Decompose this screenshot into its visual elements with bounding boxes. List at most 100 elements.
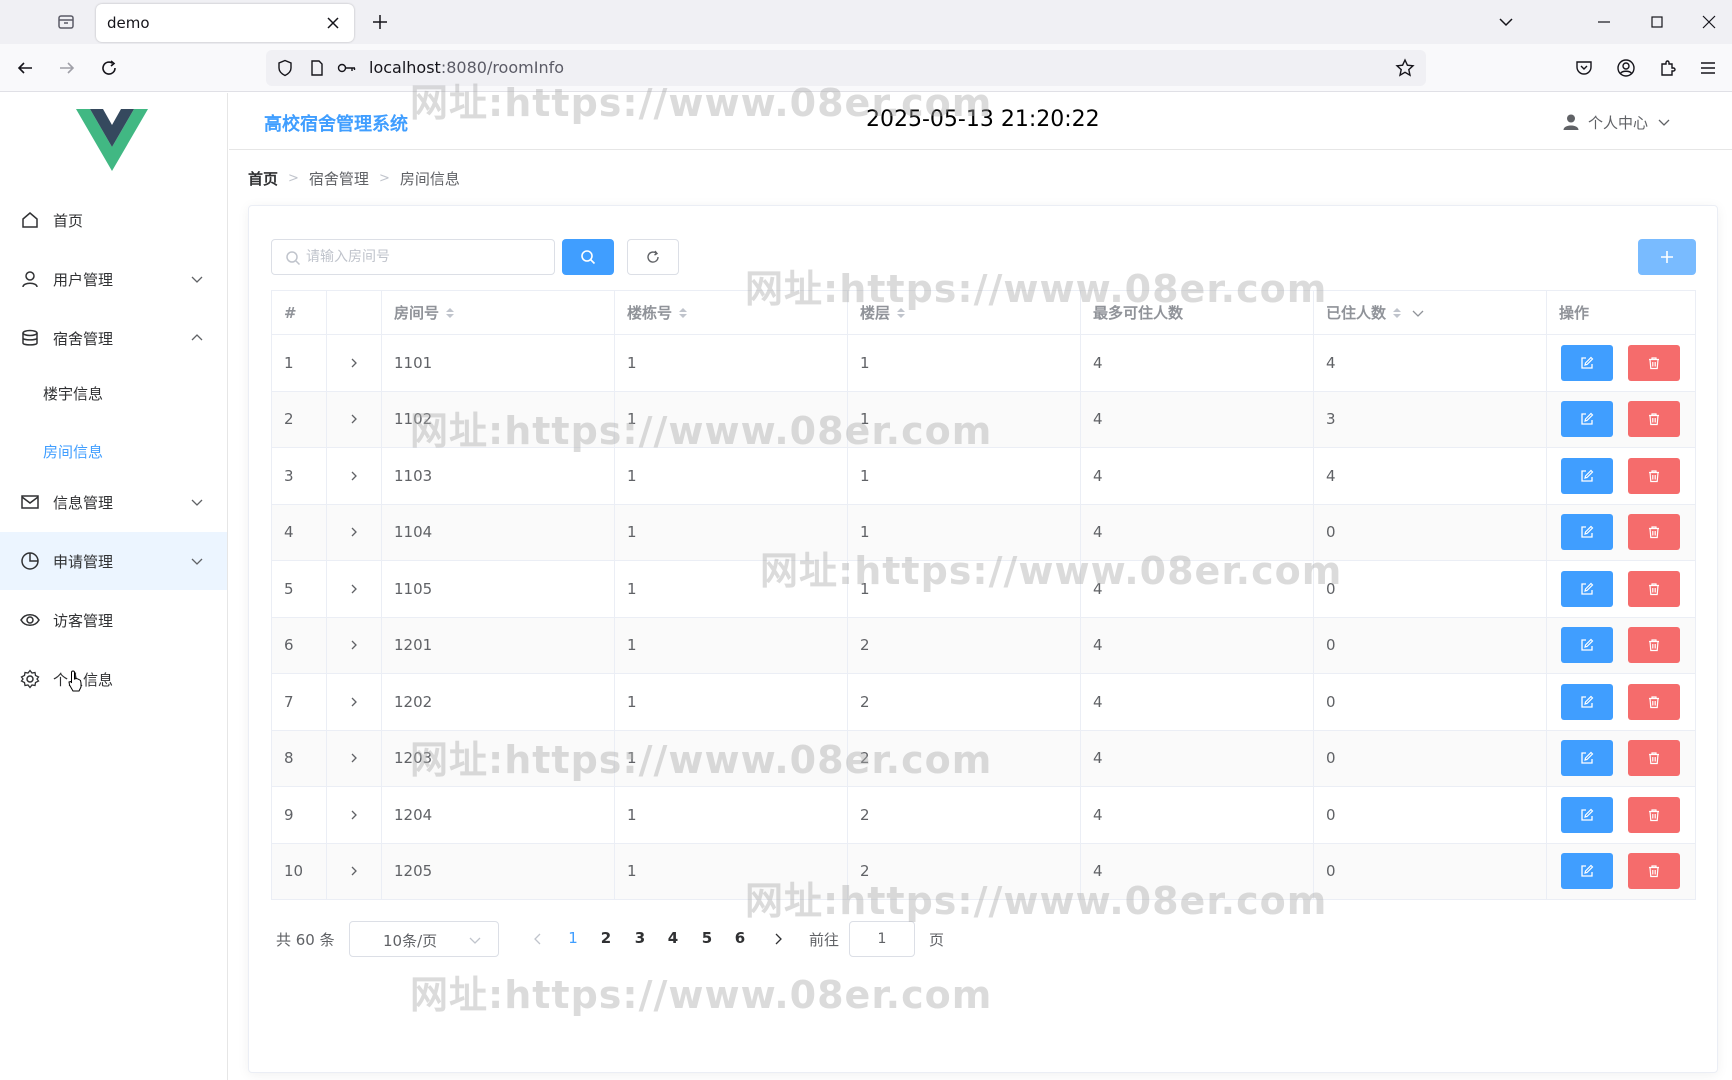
edit-button[interactable] [1561, 570, 1613, 607]
expand-row-button[interactable] [327, 357, 381, 369]
cell-expand[interactable] [327, 561, 382, 617]
page-size-select[interactable]: 10条/页 [349, 921, 499, 957]
sidebar-item-application-management[interactable]: 申请管理 [0, 532, 227, 590]
cell-expand[interactable] [327, 617, 382, 673]
filter-chevron-down-icon[interactable] [1412, 307, 1424, 319]
expand-row-button[interactable] [327, 413, 381, 425]
col-header-current-occupancy[interactable]: 已住人数 [1314, 291, 1547, 334]
expand-row-button[interactable] [327, 526, 381, 538]
browser-tab-demo[interactable]: demo [96, 4, 354, 42]
cell-expand[interactable] [327, 335, 382, 391]
hamburger-icon [1701, 62, 1715, 74]
col-header-floor[interactable]: 楼层 [848, 291, 1081, 334]
edit-button[interactable] [1561, 683, 1613, 720]
account-button[interactable] [1611, 53, 1641, 83]
sort-icon[interactable] [678, 306, 688, 320]
edit-button[interactable] [1561, 344, 1613, 381]
cell-expand[interactable] [327, 843, 382, 899]
url-text[interactable]: localhost:8080/roomInfo [369, 58, 564, 77]
delete-button[interactable] [1628, 683, 1680, 720]
cell-room-number: 1105 [382, 561, 615, 617]
user-center-dropdown[interactable]: 个人中心 [1562, 110, 1670, 134]
expand-row-button[interactable] [327, 639, 381, 651]
new-tab-button[interactable] [366, 8, 394, 36]
page-icon[interactable] [306, 57, 328, 79]
expand-row-button[interactable] [327, 752, 381, 764]
col-header-room-number[interactable]: 房间号 [382, 291, 615, 334]
delete-button[interactable] [1628, 570, 1680, 607]
page-jump-input[interactable] [849, 921, 915, 957]
page-number[interactable]: 4 [658, 929, 688, 947]
page-number[interactable]: 5 [692, 929, 722, 947]
edit-button[interactable] [1561, 457, 1613, 494]
reload-button[interactable] [94, 53, 124, 83]
chevron-down-icon [1658, 119, 1670, 126]
cell-expand[interactable] [327, 391, 382, 447]
delete-button[interactable] [1628, 627, 1680, 664]
sidebar-item-info-management[interactable]: 信息管理 [0, 473, 227, 531]
page-number[interactable]: 1 [558, 929, 588, 947]
window-close-button[interactable] [1693, 6, 1725, 38]
forward-button[interactable] [52, 53, 82, 83]
cell-expand[interactable] [327, 674, 382, 730]
bookmark-star-icon[interactable] [1394, 57, 1416, 79]
sidebar-item-dorm-management[interactable]: 宿舍管理 [0, 309, 227, 367]
cell-expand[interactable] [327, 448, 382, 504]
room-search-input[interactable] [306, 244, 546, 270]
next-page-icon[interactable] [771, 932, 785, 946]
shield-icon[interactable] [274, 57, 296, 79]
edit-button[interactable] [1561, 853, 1613, 890]
col-header-building-number[interactable]: 楼栋号 [615, 291, 848, 334]
tab-overflow-button[interactable] [1490, 6, 1522, 38]
sidebar-item-visitor-management[interactable]: 访客管理 [0, 591, 227, 649]
edit-button[interactable] [1561, 796, 1613, 833]
pocket-button[interactable] [1569, 53, 1599, 83]
delete-button[interactable] [1628, 740, 1680, 777]
expand-row-button[interactable] [327, 809, 381, 821]
delete-button[interactable] [1628, 457, 1680, 494]
expand-row-button[interactable] [327, 470, 381, 482]
sort-icon[interactable] [896, 306, 906, 320]
page-number[interactable]: 3 [625, 929, 655, 947]
view-icon [20, 614, 40, 626]
reset-button[interactable] [627, 239, 679, 275]
sort-icon[interactable] [445, 306, 455, 320]
menu-button[interactable] [1693, 53, 1723, 83]
sidebar-subitem-building-info[interactable]: 楼宇信息 [0, 368, 227, 418]
delete-button[interactable] [1628, 401, 1680, 438]
back-button[interactable] [10, 53, 40, 83]
sort-icon[interactable] [1392, 306, 1402, 320]
page-number[interactable]: 2 [591, 929, 621, 947]
extensions-button[interactable] [1653, 53, 1683, 83]
maximize-button[interactable] [1641, 6, 1673, 38]
breadcrumb-home[interactable]: 首页 [248, 168, 278, 189]
delete-button[interactable] [1628, 853, 1680, 890]
page-number[interactable]: 6 [725, 929, 755, 947]
add-room-button[interactable] [1638, 239, 1696, 275]
minimize-button[interactable] [1588, 6, 1620, 38]
cell-expand[interactable] [327, 504, 382, 560]
expand-row-button[interactable] [327, 865, 381, 877]
sidebar-item-personal-info[interactable]: 个人信息 [0, 650, 227, 708]
cell-index: 5 [272, 561, 327, 617]
expand-row-button[interactable] [327, 583, 381, 595]
tab-list-button[interactable] [52, 8, 80, 36]
search-button[interactable] [562, 239, 614, 275]
edit-button[interactable] [1561, 514, 1613, 551]
sidebar-subitem-room-info[interactable]: 房间信息 [0, 426, 227, 476]
delete-button[interactable] [1628, 796, 1680, 833]
delete-button[interactable] [1628, 344, 1680, 381]
key-icon[interactable] [336, 57, 358, 79]
delete-button[interactable] [1628, 514, 1680, 551]
sidebar-item-home[interactable]: 首页 [0, 191, 227, 249]
edit-button[interactable] [1561, 740, 1613, 777]
cell-expand[interactable] [327, 787, 382, 843]
edit-button[interactable] [1561, 401, 1613, 438]
sidebar-item-user-management[interactable]: 用户管理 [0, 250, 227, 308]
prev-page-icon[interactable] [531, 932, 545, 946]
edit-button[interactable] [1561, 627, 1613, 664]
cell-expand[interactable] [327, 730, 382, 786]
expand-row-button[interactable] [327, 696, 381, 708]
url-bar[interactable]: localhost:8080/roomInfo [266, 50, 1426, 86]
tab-close-button[interactable] [320, 10, 346, 36]
